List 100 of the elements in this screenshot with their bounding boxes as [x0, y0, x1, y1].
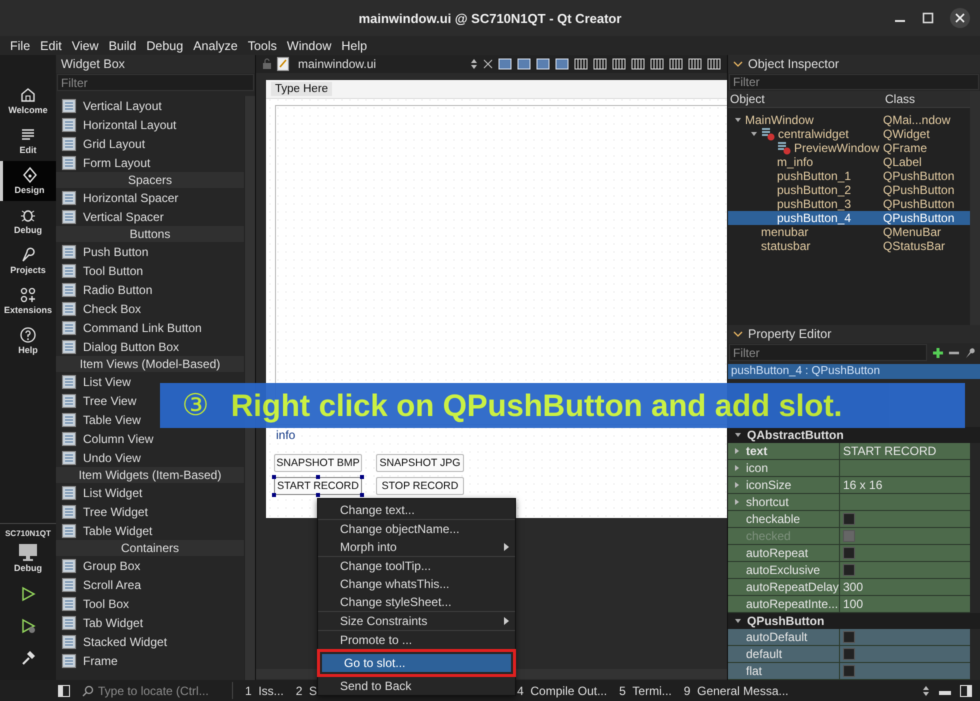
widget-item[interactable]: Radio Button: [56, 280, 152, 299]
mode-button[interactable]: Debug: [0, 201, 56, 241]
property-row[interactable]: shortcut: [728, 494, 970, 511]
widget-item[interactable]: Group Box: [56, 556, 140, 575]
property-row[interactable]: autoRepeatInte... 100: [728, 596, 970, 613]
widget-item[interactable]: Grid Layout: [56, 134, 146, 153]
widget-item[interactable]: Vertical Spacer: [56, 207, 164, 226]
menu-item[interactable]: Go to slot...: [322, 654, 511, 672]
tree-row[interactable]: centralwidget QWidget: [728, 127, 970, 141]
tree-row[interactable]: MainWindow QMai...ndow: [728, 113, 970, 127]
widget-item[interactable]: Table View: [56, 410, 141, 429]
output-pane-tab[interactable]: 4 Compile Out...: [517, 684, 608, 698]
widget-item[interactable]: Vertical Layout: [56, 96, 162, 115]
category-header[interactable]: Buttons: [56, 226, 244, 242]
menu-item[interactable]: Analyze: [193, 38, 238, 52]
property-row[interactable]: iconSize 16 x 16: [728, 477, 970, 494]
menu-item[interactable]: File: [10, 38, 30, 52]
tree-row[interactable]: PreviewWindow QFrame: [728, 141, 970, 155]
widget-item[interactable]: Push Button: [56, 242, 148, 261]
debug-run-icon[interactable]: [20, 618, 36, 634]
filter-field[interactable]: Filter: [729, 344, 927, 361]
locate-field[interactable]: Type to locate (Ctrl...: [78, 682, 233, 699]
document-tab[interactable]: mainwindow.ui: [298, 57, 376, 71]
expand-arrow-icon[interactable]: [733, 481, 741, 489]
widget-item[interactable]: Tab Widget: [56, 613, 144, 632]
menu-item[interactable]: Change text...: [318, 501, 515, 519]
menu-item[interactable]: Tools: [248, 38, 277, 52]
widget-item[interactable]: Horizontal Layout: [56, 115, 176, 134]
checkbox[interactable]: [843, 648, 855, 660]
maximize-icon[interactable]: [922, 12, 934, 24]
output-pane-tab[interactable]: 9 General Messa...: [684, 684, 788, 698]
menu-item[interactable]: Size Constraints: [318, 611, 515, 630]
mode-button[interactable]: Projects: [0, 241, 56, 281]
menu-item[interactable]: Change toolTip...: [318, 556, 515, 575]
push-button[interactable]: SNAPSHOT JPG: [376, 454, 464, 472]
kit-selector[interactable]: Debug: [0, 538, 56, 578]
widget-item[interactable]: Column View: [56, 429, 154, 448]
filter-field[interactable]: Filter: [729, 74, 979, 90]
column-header[interactable]: Object: [728, 92, 885, 106]
property-row[interactable]: text START RECORD: [728, 443, 970, 460]
category-header[interactable]: Item Views (Model-Based): [56, 356, 244, 372]
property-row[interactable]: icon: [728, 460, 970, 477]
tree-row[interactable]: pushButton_1 QPushButton: [728, 169, 970, 183]
mode-button[interactable]: Welcome: [0, 81, 56, 121]
menu-item[interactable]: Send to Back: [318, 677, 515, 695]
menu-item[interactable]: Promote to ...: [318, 630, 515, 649]
widget-item[interactable]: Tree View: [56, 391, 136, 410]
tree-row[interactable]: pushButton_3 QPushButton: [728, 197, 970, 211]
widget-item[interactable]: List Widget: [56, 483, 142, 502]
output-pane-tab[interactable]: 5 Termi...: [619, 684, 672, 698]
menu-item[interactable]: Morph into: [318, 538, 515, 556]
scrollbar[interactable]: [970, 91, 980, 325]
widget-item[interactable]: Command Link Button: [56, 318, 202, 337]
menu-item[interactable]: Debug: [146, 38, 184, 52]
property-row[interactable]: autoRepeat: [728, 545, 970, 562]
push-button[interactable]: SNAPSHOT BMP: [274, 454, 362, 472]
chevron-down-icon[interactable]: [733, 330, 743, 338]
widget-item[interactable]: Stacked Widget: [56, 632, 168, 651]
output-pane-tab[interactable]: 1 Iss...: [245, 684, 284, 698]
close-icon[interactable]: [950, 8, 970, 28]
widget-item[interactable]: Horizontal Spacer: [56, 188, 178, 207]
expand-arrow-icon[interactable]: [733, 447, 741, 455]
widget-item[interactable]: List View: [56, 372, 131, 391]
property-row[interactable]: default: [728, 646, 970, 663]
checkbox[interactable]: [843, 547, 855, 559]
checkbox[interactable]: [843, 665, 855, 677]
property-row[interactable]: flat: [728, 663, 970, 680]
mode-button[interactable]: Design: [0, 161, 56, 201]
property-row[interactable]: autoDefault: [728, 629, 970, 646]
widget-item[interactable]: Tree Widget: [56, 502, 148, 521]
mode-button[interactable]: Edit: [0, 121, 56, 161]
category-header[interactable]: Containers: [56, 540, 244, 556]
widget-item[interactable]: Frame: [56, 651, 118, 670]
tree-row[interactable]: pushButton_4 QPushButton: [728, 211, 970, 225]
property-row[interactable]: checkable: [728, 511, 970, 528]
menu-placeholder[interactable]: Type Here: [271, 82, 332, 96]
menu-item[interactable]: View: [72, 38, 99, 52]
tree-row[interactable]: statusbar QStatusBar: [728, 239, 970, 253]
menu-item[interactable]: Change objectName...: [318, 519, 515, 538]
property-row[interactable]: autoExclusive: [728, 562, 970, 579]
widget-item[interactable]: Form Layout: [56, 153, 150, 172]
widget-item[interactable]: Tool Box: [56, 594, 130, 613]
column-header[interactable]: Class: [885, 92, 916, 106]
hammer-icon[interactable]: [20, 650, 36, 666]
push-button[interactable]: STOP RECORD: [376, 477, 464, 495]
widget-item[interactable]: Tool Button: [56, 261, 144, 280]
category-header[interactable]: Spacers: [56, 172, 244, 188]
tree-row[interactable]: menubar QMenuBar: [728, 225, 970, 239]
sidebar-toggle-icon[interactable]: [960, 684, 972, 696]
tree-row[interactable]: pushButton_2 QPushButton: [728, 183, 970, 197]
widget-item[interactable]: Undo View: [56, 448, 141, 467]
checkbox[interactable]: [843, 513, 855, 525]
info-label[interactable]: info: [276, 428, 296, 442]
widget-item[interactable]: Dialog Button Box: [56, 337, 180, 356]
push-button[interactable]: START RECORD: [274, 477, 362, 495]
menu-item[interactable]: Window: [286, 38, 332, 52]
property-group-header[interactable]: QAbstractButton: [728, 427, 980, 443]
category-header[interactable]: Item Widgets (Item-Based): [56, 467, 244, 483]
menu-item[interactable]: Build: [108, 38, 136, 52]
menu-item[interactable]: Change styleSheet...: [318, 593, 515, 611]
